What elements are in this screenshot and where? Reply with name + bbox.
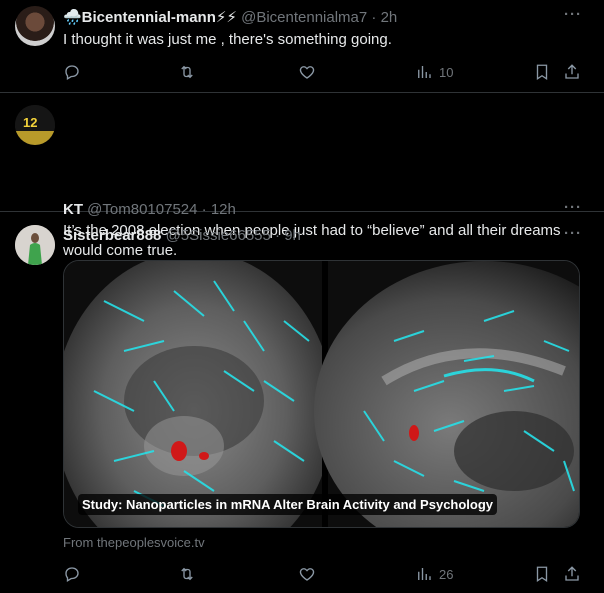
views-icon xyxy=(418,66,431,78)
timestamp[interactable]: · 9h xyxy=(275,227,301,244)
share-button[interactable] xyxy=(563,62,581,82)
handle[interactable]: @Bicentennialma7 xyxy=(241,9,367,26)
bookmark-button[interactable] xyxy=(533,62,551,82)
share-icon xyxy=(565,566,579,581)
brain-scan-image xyxy=(64,261,579,527)
retweet-button[interactable] xyxy=(178,62,196,82)
like-button[interactable] xyxy=(298,62,316,82)
views-button[interactable]: 26 xyxy=(415,564,453,584)
bookmark-icon xyxy=(536,566,548,583)
action-bar: 26 xyxy=(63,564,583,584)
like-button[interactable] xyxy=(298,564,316,584)
bookmark-button[interactable] xyxy=(533,564,551,584)
display-name[interactable]: Sisterbear888 xyxy=(63,227,161,244)
avatar[interactable] xyxy=(15,225,55,265)
tweet-text: I thought it was just me , there's somet… xyxy=(63,31,392,48)
views-count: 26 xyxy=(439,566,454,582)
share-icon xyxy=(565,64,579,79)
more-icon[interactable]: ··· xyxy=(564,225,582,242)
reply-button[interactable] xyxy=(63,564,87,584)
bookmark-icon xyxy=(536,64,548,81)
more-icon[interactable]: ··· xyxy=(564,6,582,23)
share-button[interactable] xyxy=(563,564,581,584)
tweet-header: 🌧️Bicentennial-mann⚡⚡ @Bicentennialma7 ·… xyxy=(63,8,397,26)
views-button[interactable]: 10 xyxy=(415,62,453,82)
handle[interactable]: @5Sissie66555 xyxy=(166,227,271,244)
action-bar: 10 xyxy=(63,62,583,82)
avatar-text: 12 xyxy=(23,115,37,130)
reply-icon xyxy=(65,65,79,80)
link-source[interactable]: From thepeoplesvoice.tv xyxy=(63,535,205,550)
avatar[interactable] xyxy=(15,6,55,46)
avatar[interactable]: 12 xyxy=(15,105,55,145)
like-icon xyxy=(299,66,315,79)
display-name[interactable]: 🌧️Bicentennial-mann⚡⚡ xyxy=(63,9,237,26)
timestamp[interactable]: · 2h xyxy=(371,9,397,26)
views-count: 10 xyxy=(439,64,454,80)
reply-button[interactable] xyxy=(63,62,87,82)
like-icon xyxy=(299,568,315,581)
retweet-icon xyxy=(181,567,193,581)
media-caption: Study: Nanoparticles in mRNA Alter Brain… xyxy=(78,494,498,515)
reply-icon xyxy=(65,567,79,582)
tweet[interactable]: 12 KT @Tom80107524 · 12h ··· It’s the 20… xyxy=(0,93,604,292)
retweet-button[interactable] xyxy=(178,564,196,584)
tweet[interactable]: 🌧️Bicentennial-mann⚡⚡ @Bicentennialma7 ·… xyxy=(0,0,604,93)
tweet-header: Sisterbear888 @5Sissie66555 · 9h xyxy=(63,227,301,244)
retweet-icon xyxy=(181,65,193,79)
link-card-image[interactable]: Study: Nanoparticles in mRNA Alter Brain… xyxy=(63,260,580,528)
views-icon xyxy=(418,568,431,580)
